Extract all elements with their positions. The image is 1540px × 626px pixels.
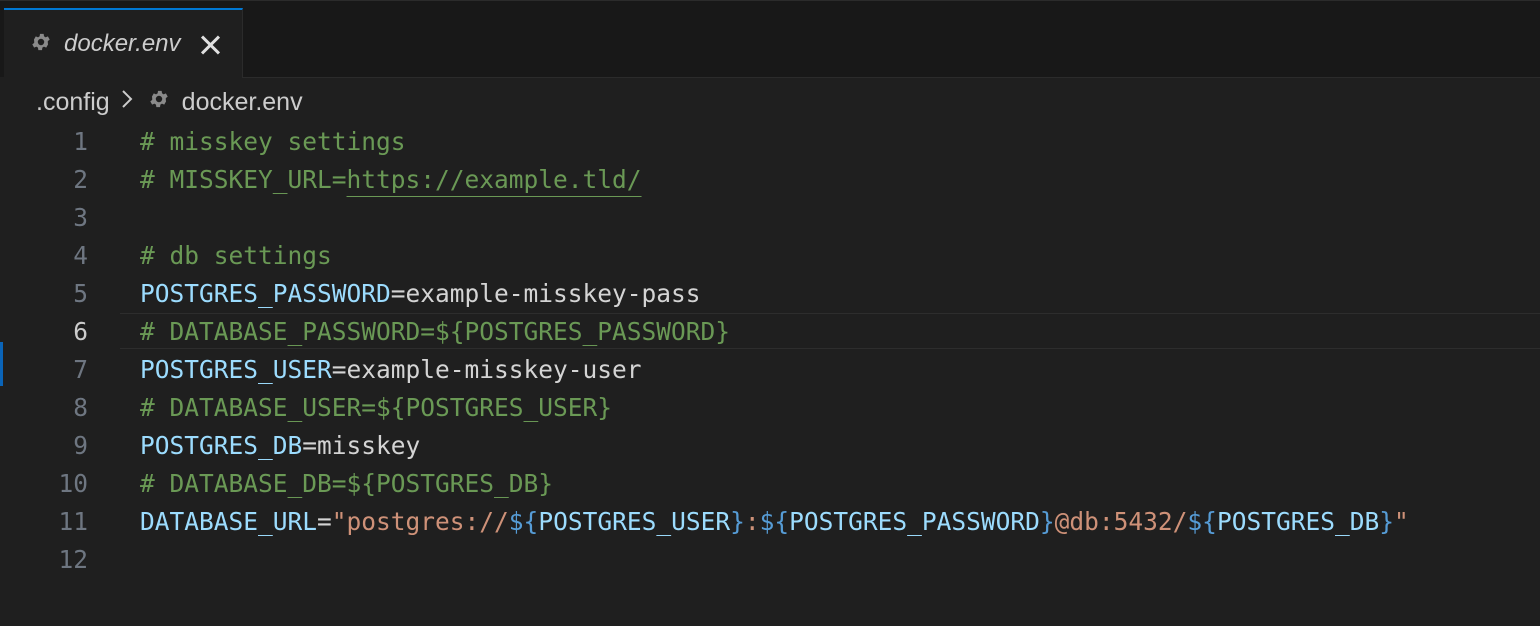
gear-icon [30, 31, 52, 58]
line-code: # DATABASE_USER=${POSTGRES_USER} [140, 393, 612, 422]
tab-docker-env[interactable]: docker.env [4, 8, 243, 78]
tabbar-divider [243, 77, 1540, 78]
token-str: " [1393, 506, 1409, 536]
token-key: DATABASE_URL [140, 506, 318, 536]
token-comment: # misskey settings [140, 126, 406, 156]
token-comment: # db settings [140, 240, 332, 270]
code-line[interactable]: 4 # db settings [0, 236, 1540, 274]
code-line[interactable]: 3 [0, 198, 1540, 236]
tab-label: docker.env [64, 30, 181, 57]
code-line[interactable]: 2 # MISSKEY_URL=https://example.tld/ [0, 160, 1540, 198]
token-brace: ${ [759, 506, 790, 536]
code-line[interactable]: 1 # misskey settings [0, 122, 1540, 160]
breadcrumb: .config docker.env [36, 84, 303, 120]
token-str: "postgres:// [331, 506, 509, 536]
code-line[interactable]: 11 DATABASE_URL="postgres://${POSTGRES_US… [0, 502, 1540, 540]
line-code: DATABASE_URL="postgres://${POSTGRES_USER… [140, 507, 1409, 536]
code-editor[interactable]: 1 # misskey settings 2 # MISSKEY_URL=https:… [0, 122, 1540, 626]
code-line[interactable]: 6 # DATABASE_PASSWORD=${POSTGRES_PASSWORD… [0, 312, 1540, 350]
token-comment: # MISSKEY_URL= [140, 164, 347, 194]
code-line[interactable]: 7 POSTGRES_USER=example-misskey-user [0, 350, 1540, 388]
token-comment: # DATABASE_DB=${POSTGRES_DB} [140, 468, 554, 498]
token-key: POSTGRES_DB [140, 430, 303, 460]
token-var: POSTGRES_USER [538, 506, 731, 536]
line-number: 3 [73, 202, 88, 232]
token-str: @db:5432/ [1054, 506, 1188, 536]
token-brace: ${ [1187, 506, 1217, 536]
chevron-right-icon [120, 88, 134, 117]
line-code: POSTGRES_PASSWORD=example-misskey-pass [140, 279, 701, 308]
code-line[interactable]: 5 POSTGRES_PASSWORD=example-misskey-pass [0, 274, 1540, 312]
line-number: 7 [73, 354, 88, 384]
token-link[interactable]: https://example.tld/ [347, 165, 642, 194]
token-var: POSTGRES_PASSWORD [789, 506, 1040, 536]
line-code: # db settings [140, 241, 332, 270]
line-number: 12 [58, 544, 88, 574]
line-number: 4 [73, 240, 88, 270]
token-brace: } [730, 506, 745, 536]
token-brace: } [1039, 506, 1055, 536]
line-number: 2 [73, 164, 88, 194]
breadcrumb-folder[interactable]: .config [36, 88, 110, 117]
gear-icon [148, 88, 170, 117]
token-plain: =misskey [302, 430, 421, 460]
code-line[interactable]: 10 # DATABASE_DB=${POSTGRES_DB} [0, 464, 1540, 502]
line-number: 9 [73, 430, 88, 460]
token-comment: # DATABASE_USER=${POSTGRES_USER} [140, 392, 613, 422]
token-plain: = [317, 506, 332, 536]
line-code: # DATABASE_DB=${POSTGRES_DB} [140, 469, 553, 498]
line-code: POSTGRES_USER=example-misskey-user [140, 355, 642, 384]
breadcrumb-file[interactable]: docker.env [182, 88, 303, 117]
line-number: 6 [73, 316, 88, 346]
token-comment: # DATABASE_PASSWORD=${POSTGRES_PASSWORD} [140, 316, 731, 346]
token-key: POSTGRES_USER [140, 354, 332, 384]
close-icon[interactable] [199, 33, 221, 55]
token-plain: =example-misskey-user [331, 354, 642, 384]
line-number: 1 [73, 126, 88, 156]
tab-bar: docker.env [0, 0, 1540, 78]
token-key: POSTGRES_PASSWORD [140, 278, 391, 308]
code-line[interactable]: 12 [0, 540, 1540, 578]
line-code: # MISSKEY_URL=https://example.tld/ [140, 165, 642, 194]
line-number: 5 [73, 278, 88, 308]
token-var: POSTGRES_DB [1216, 506, 1380, 536]
token-str: : [744, 506, 760, 536]
code-line[interactable]: 8 # DATABASE_USER=${POSTGRES_USER} [0, 388, 1540, 426]
code-line[interactable]: 9 POSTGRES_DB=misskey [0, 426, 1540, 464]
line-code: # misskey settings [140, 127, 406, 156]
token-plain: =example-misskey-pass [390, 278, 701, 308]
line-code: # DATABASE_PASSWORD=${POSTGRES_PASSWORD} [140, 317, 730, 346]
line-number: 8 [73, 392, 88, 422]
token-brace: } [1379, 506, 1394, 536]
line-number: 10 [58, 468, 88, 498]
token-brace: ${ [508, 506, 539, 536]
line-number: 11 [58, 506, 88, 536]
line-code: POSTGRES_DB=misskey [140, 431, 420, 460]
